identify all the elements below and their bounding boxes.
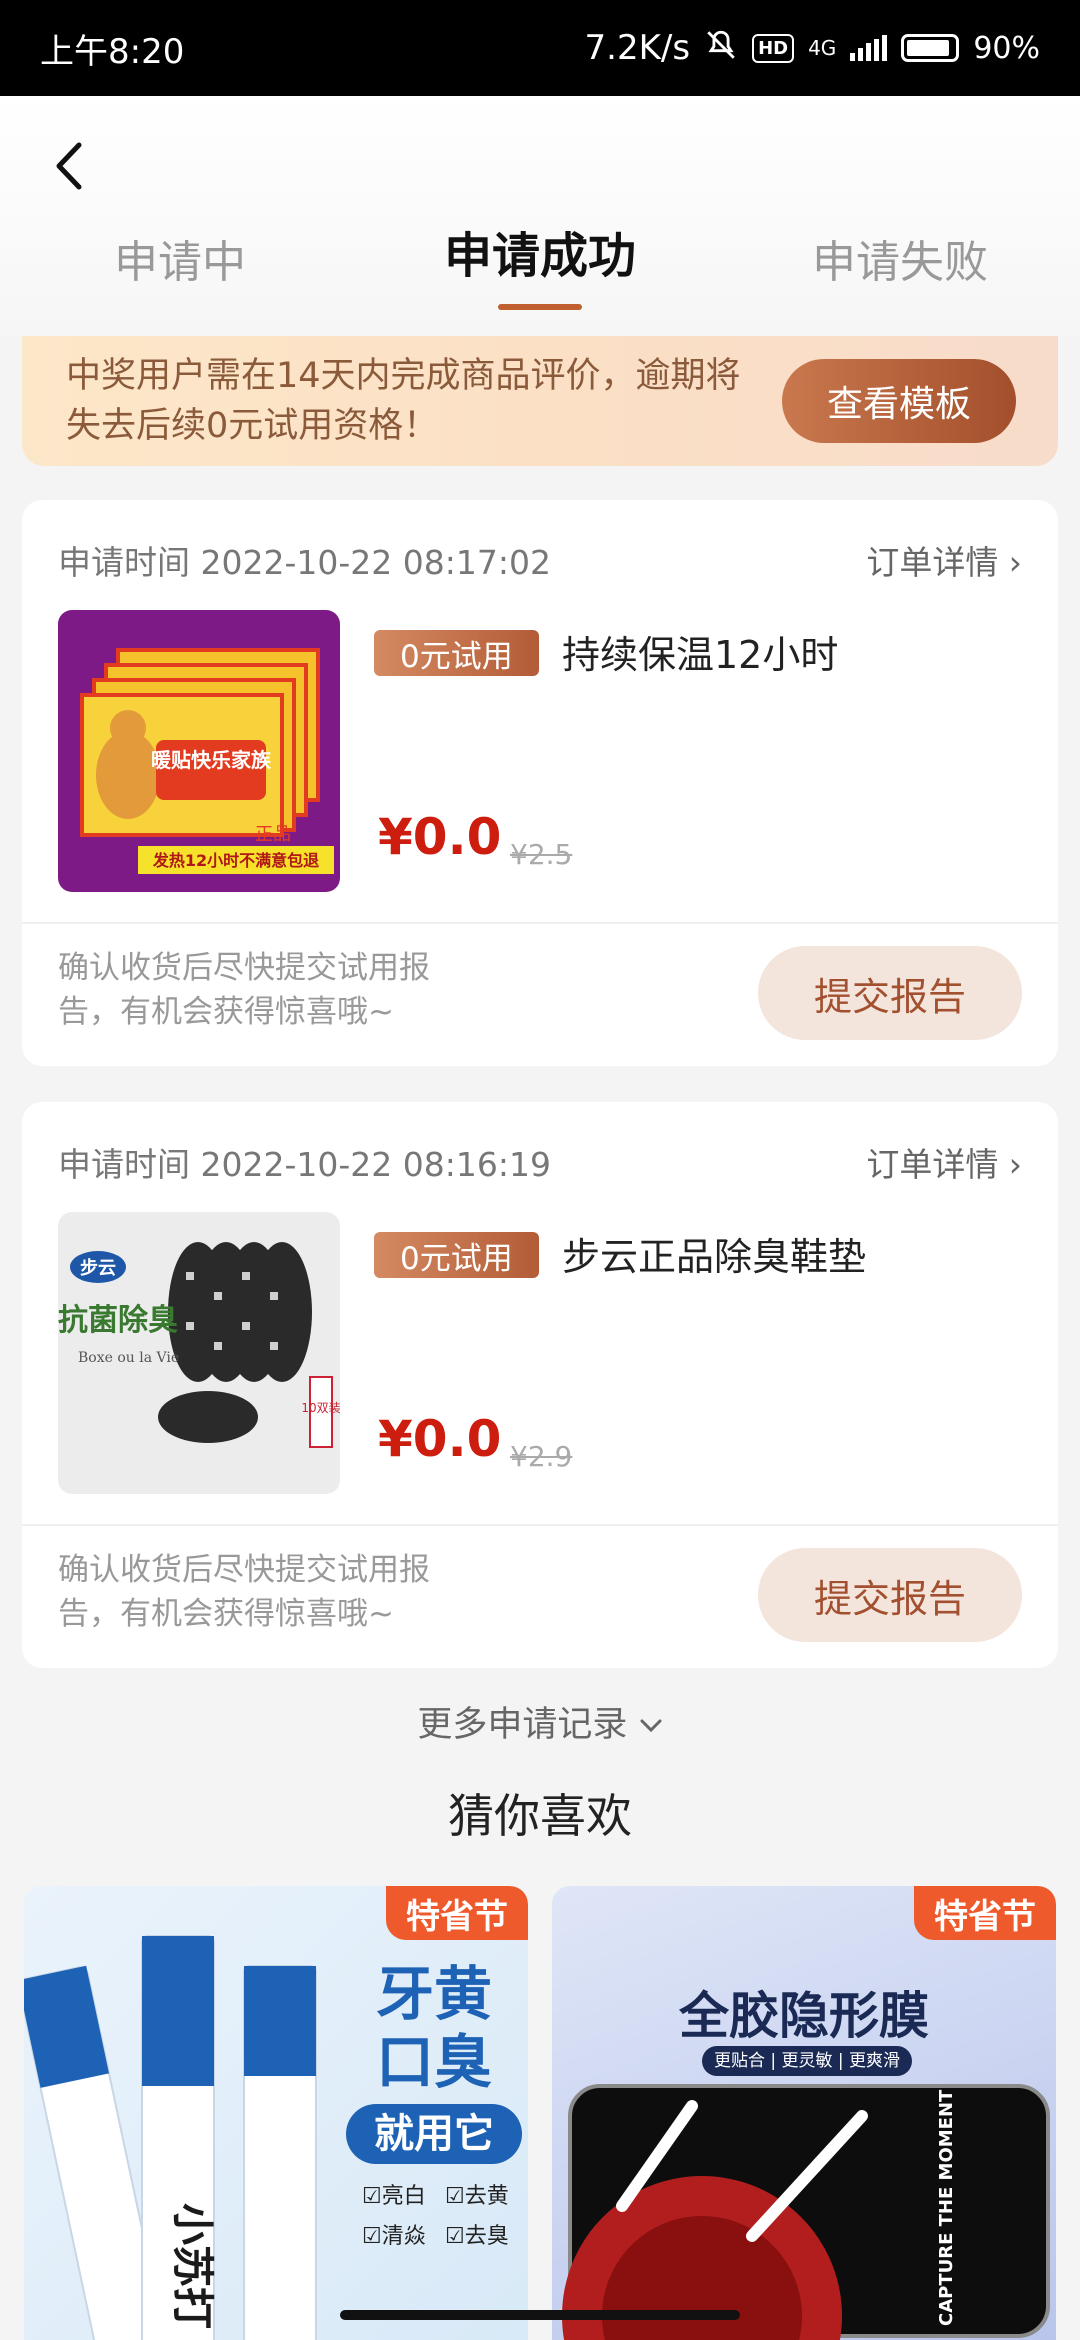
product-image-title: 暖贴快乐家族 bbox=[151, 748, 272, 772]
order-card: 申请时间 2022-10-22 08:16:19 订单详情 › 步云 抗菌除臭 … bbox=[22, 1102, 1058, 1668]
feature-item: ☑清焱 bbox=[362, 2224, 426, 2249]
tab-success[interactable]: 申请成功 bbox=[390, 216, 690, 286]
net-speed: 7.2K/s bbox=[584, 28, 691, 68]
guess-you-like-title: 猜你喜欢 bbox=[448, 1789, 632, 1843]
price: ¥0.0 bbox=[378, 808, 502, 866]
divider bbox=[22, 1524, 1058, 1526]
promo-badge: 特省节 bbox=[386, 1886, 528, 1940]
rec-phone-text: CAPTURE THE MOMENT bbox=[936, 2089, 957, 2326]
chevron-left-icon bbox=[56, 142, 82, 190]
product-title[interactable]: 持续保温12小时 bbox=[562, 624, 838, 679]
original-price: ¥2.5 bbox=[510, 838, 573, 871]
tab-failed[interactable]: 申请失败 bbox=[750, 226, 1050, 296]
report-tip: 确认收货后尽快提交试用报告，有机会获得惊喜哦~ bbox=[58, 1552, 430, 1632]
product-title[interactable]: 步云正品除臭鞋垫 bbox=[562, 1226, 866, 1281]
status-time: 上午8:20 bbox=[40, 31, 185, 72]
order-detail-link[interactable]: 订单详情 › bbox=[866, 536, 1022, 584]
product-image-caption: 10双装 bbox=[301, 1401, 340, 1415]
product-image-brand: 步云 bbox=[80, 1257, 116, 1279]
rec-headline-line1: 牙黄 bbox=[375, 1960, 492, 2028]
tab-bar: 申请中 申请成功 申请失败 bbox=[0, 226, 1080, 296]
rec-slogan: 就用它 bbox=[346, 2104, 522, 2164]
feature-item: ☑去臭 bbox=[445, 2224, 509, 2249]
chevron-down-icon bbox=[640, 1719, 662, 1733]
svg-text:正品: 正品 bbox=[255, 824, 291, 845]
mute-bell-icon bbox=[704, 28, 738, 69]
apply-time: 申请时间 2022-10-22 08:16:19 bbox=[58, 1145, 551, 1184]
apply-time: 申请时间 2022-10-22 08:17:02 bbox=[58, 543, 551, 582]
product-image[interactable]: 暖贴快乐家族 正品 发热12小时不满意包退 bbox=[58, 610, 340, 892]
active-tab-indicator bbox=[498, 304, 582, 310]
trial-tag: 0元试用 bbox=[374, 1232, 539, 1278]
rec-headline-line2: 口臭 bbox=[375, 2028, 492, 2096]
more-records-label: 更多申请记录 bbox=[417, 1705, 628, 1745]
divider bbox=[22, 922, 1058, 924]
product-image-caption: 发热12小时不满意包退 bbox=[152, 851, 319, 870]
back-button[interactable] bbox=[44, 136, 94, 196]
order-card: 申请时间 2022-10-22 08:17:02 订单详情 › 暖贴快乐家族 正… bbox=[22, 500, 1058, 1066]
product-image[interactable]: 步云 抗菌除臭 Boxe ou la Vie 10双装 bbox=[58, 1212, 340, 1494]
notice-text: 中奖用户需在14天内完成商品评价，逾期将失去后续0元试用资格！ bbox=[66, 356, 741, 446]
status-bar: 上午8:20 7.2K/s HD 4G 90% bbox=[0, 0, 1080, 96]
hd-icon: HD bbox=[752, 33, 795, 63]
submit-report-button[interactable]: 提交报告 bbox=[758, 946, 1022, 1040]
feature-item: ☑去黄 bbox=[445, 2184, 509, 2209]
network-type: 4G bbox=[808, 36, 837, 60]
battery-icon bbox=[901, 34, 960, 62]
product-image-title: 抗菌除臭 bbox=[58, 1303, 178, 1338]
rec-features: ☑亮白 ☑去黄 ☑清焱 ☑去臭 bbox=[362, 2178, 522, 2250]
trial-tag: 0元试用 bbox=[374, 630, 539, 676]
home-indicator[interactable] bbox=[340, 2310, 740, 2320]
more-records-link[interactable]: 更多申请记录 bbox=[0, 1696, 1080, 1747]
recommendation-card[interactable]: 特省节 全胶隐形膜 更贴合 | 更灵敏 | 更爽滑 CAPTURE THE MO… bbox=[552, 1886, 1056, 2340]
signal-icon bbox=[850, 35, 888, 61]
notice-banner: 中奖用户需在14天内完成商品评价，逾期将失去后续0元试用资格！ 查看模板 bbox=[22, 336, 1058, 466]
original-price: ¥2.9 bbox=[510, 1440, 573, 1473]
status-icons: 7.2K/s HD 4G 90% bbox=[585, 28, 1040, 69]
feature-item: ☑亮白 bbox=[362, 2184, 426, 2209]
rec-headline: 牙黄 口臭 bbox=[354, 1960, 514, 2096]
rec-product-name: 小苏打 bbox=[168, 2203, 217, 2329]
price: ¥0.0 bbox=[378, 1410, 502, 1468]
submit-report-button[interactable]: 提交报告 bbox=[758, 1548, 1022, 1642]
svg-text:Boxe ou la Vie: Boxe ou la Vie bbox=[78, 1350, 179, 1366]
page-header: 申请中 申请成功 申请失败 bbox=[0, 96, 1080, 336]
recommendation-card[interactable]: 小苏打 特省节 牙黄 口臭 就用它 ☑亮白 ☑去黄 ☑清焱 ☑去臭 bbox=[24, 1886, 528, 2340]
view-template-button[interactable]: 查看模板 bbox=[782, 359, 1016, 443]
report-tip: 确认收货后尽快提交试用报告，有机会获得惊喜哦~ bbox=[58, 950, 430, 1030]
tab-applying[interactable]: 申请中 bbox=[30, 226, 330, 296]
battery-level: 90% bbox=[973, 30, 1040, 66]
order-detail-link[interactable]: 订单详情 › bbox=[866, 1138, 1022, 1186]
